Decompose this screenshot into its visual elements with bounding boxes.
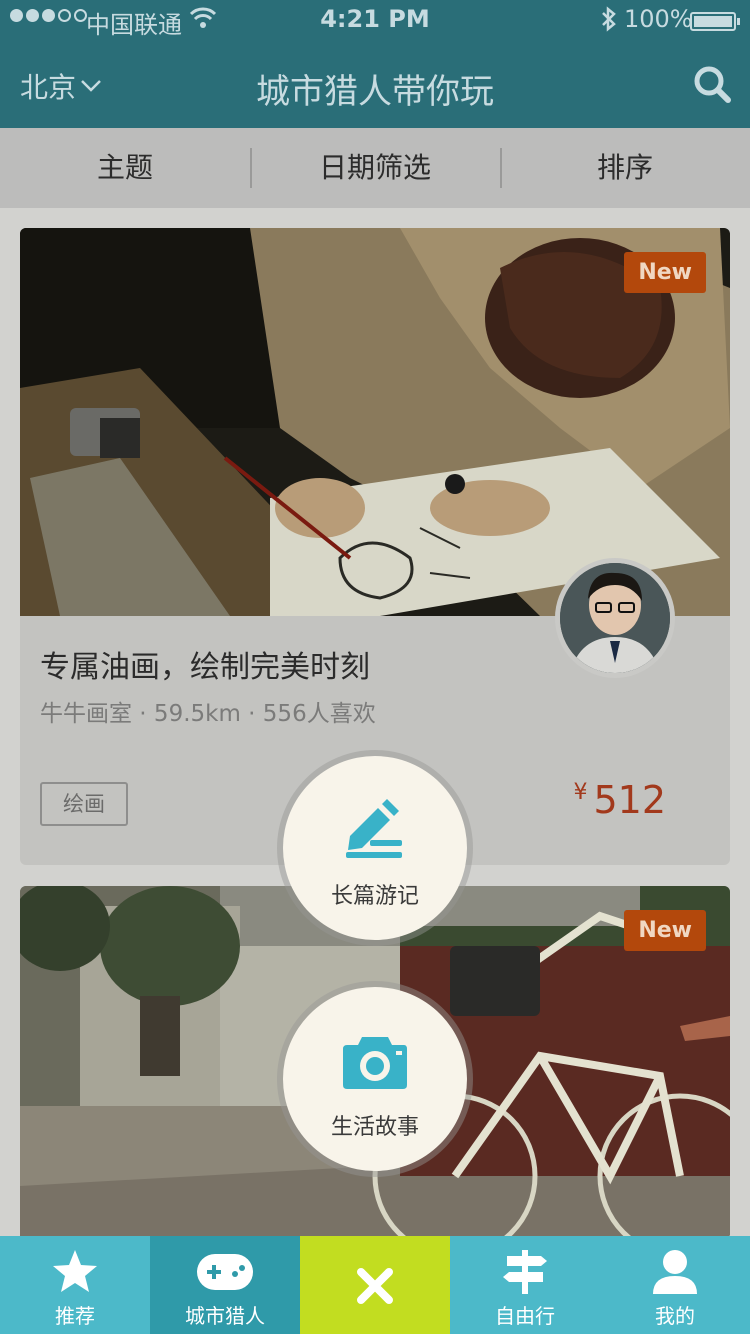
price: ¥512 [573, 778, 666, 822]
tab-recommend[interactable]: 推荐 [0, 1236, 150, 1334]
pencil-icon [346, 799, 402, 858]
card-meta: 牛牛画室 · 59.5km · 556人喜欢 [40, 701, 376, 727]
avatar[interactable] [555, 558, 675, 678]
battery-percent: 100% [624, 5, 693, 33]
status-bar: 中国联通 4:21 PM 100% [0, 0, 750, 40]
tab-label: 推荐 [55, 1304, 95, 1328]
tab-label: 我的 [655, 1304, 695, 1328]
tab-city-hunter[interactable]: 城市猎人 [150, 1236, 300, 1334]
card-title: 专属油画，绘制完美时刻 [40, 650, 370, 685]
fab-label: 长篇游记 [330, 884, 419, 909]
tab-label: 自由行 [495, 1304, 555, 1328]
signpost-icon [503, 1250, 547, 1294]
currency-symbol: ¥ [573, 780, 588, 805]
long-travel-note-button[interactable]: 长篇游记 [283, 756, 467, 940]
user-icon [653, 1250, 697, 1294]
search-icon[interactable] [692, 64, 732, 104]
tab-me[interactable]: 我的 [600, 1236, 750, 1334]
filter-sort[interactable]: 排序 [500, 128, 750, 208]
avatar-image [560, 563, 670, 673]
nav-bar: 北京 城市猎人带你玩 [0, 40, 750, 128]
close-icon [357, 1268, 393, 1304]
price-value: 512 [593, 778, 666, 822]
life-story-button[interactable]: 生活故事 [283, 987, 467, 1171]
filter-bar: 主题 日期筛选 排序 [0, 128, 750, 208]
filter-theme[interactable]: 主题 [0, 128, 250, 208]
close-menu-button[interactable] [300, 1236, 450, 1334]
filter-date[interactable]: 日期筛选 [250, 128, 500, 208]
new-badge: New [624, 252, 706, 293]
gamepad-icon [197, 1254, 253, 1290]
new-badge: New [624, 910, 706, 951]
category-tag[interactable]: 绘画 [40, 782, 128, 826]
page-title: 城市猎人带你玩 [256, 72, 494, 112]
camera-icon [343, 1037, 407, 1089]
tab-label: 城市猎人 [185, 1304, 265, 1328]
tab-bar: 推荐 城市猎人 自由行 我的 [0, 1236, 750, 1334]
tab-free-travel[interactable]: 自由行 [450, 1236, 600, 1334]
fab-label: 生活故事 [330, 1115, 419, 1140]
bluetooth-icon [602, 6, 616, 32]
star-icon [53, 1250, 97, 1292]
battery-icon [690, 12, 740, 31]
